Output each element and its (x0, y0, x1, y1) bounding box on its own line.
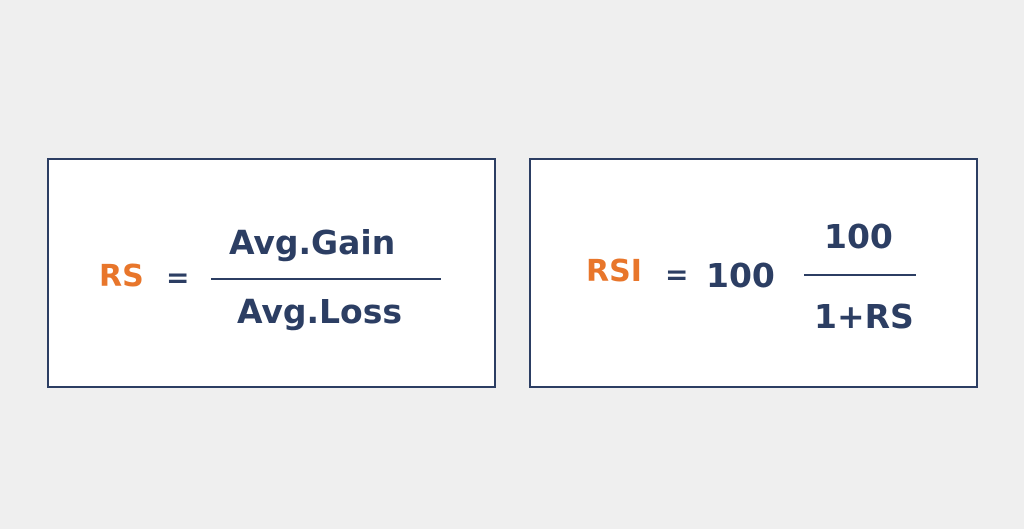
rs-fraction-bar (211, 278, 441, 280)
rsi-fraction-bar (804, 274, 916, 276)
rs-numerator: Avg.Gain (229, 223, 396, 262)
rs-denominator: Avg.Loss (237, 292, 403, 331)
rs-equals-sign: = (166, 261, 190, 294)
rsi-constant: 100 (706, 256, 775, 295)
rsi-formula-box: RSI = 100 100 1+RS (529, 158, 978, 388)
rsi-equals-sign: = (665, 258, 689, 291)
rs-label: RS (99, 259, 144, 294)
rsi-denominator: 1+RS (814, 297, 914, 336)
rsi-numerator: 100 (824, 217, 893, 256)
rs-formula-box: RS = Avg.Gain Avg.Loss (47, 158, 496, 388)
rsi-label: RSI (586, 254, 642, 289)
